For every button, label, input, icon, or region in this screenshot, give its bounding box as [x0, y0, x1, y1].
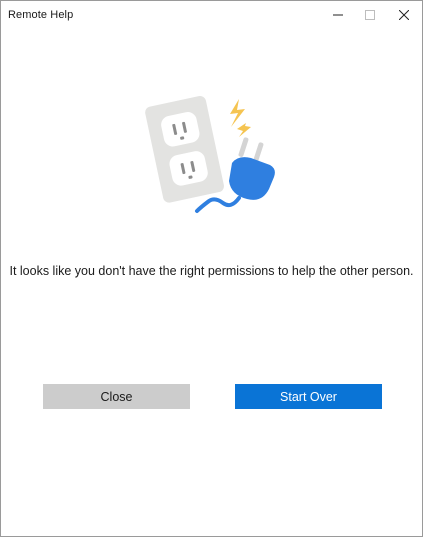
maximize-icon: [364, 9, 375, 20]
minimize-icon: [332, 14, 343, 15]
close-icon: [398, 9, 409, 20]
start-over-button[interactable]: Start Over: [235, 384, 382, 409]
close-window-button[interactable]: [387, 1, 420, 28]
remote-help-window: Remote Help It looks like you don't have…: [0, 0, 423, 537]
maximize-button: [353, 1, 386, 28]
title-bar[interactable]: Remote Help: [1, 1, 422, 28]
minimize-button[interactable]: [321, 1, 354, 28]
permission-message: It looks like you don't have the right p…: [9, 264, 414, 278]
window-title: Remote Help: [8, 9, 74, 21]
unplugged-illustration: [139, 85, 289, 225]
close-button[interactable]: Close: [43, 384, 190, 409]
spark-icon: [230, 99, 251, 137]
power-outlet-icon: [145, 96, 224, 203]
